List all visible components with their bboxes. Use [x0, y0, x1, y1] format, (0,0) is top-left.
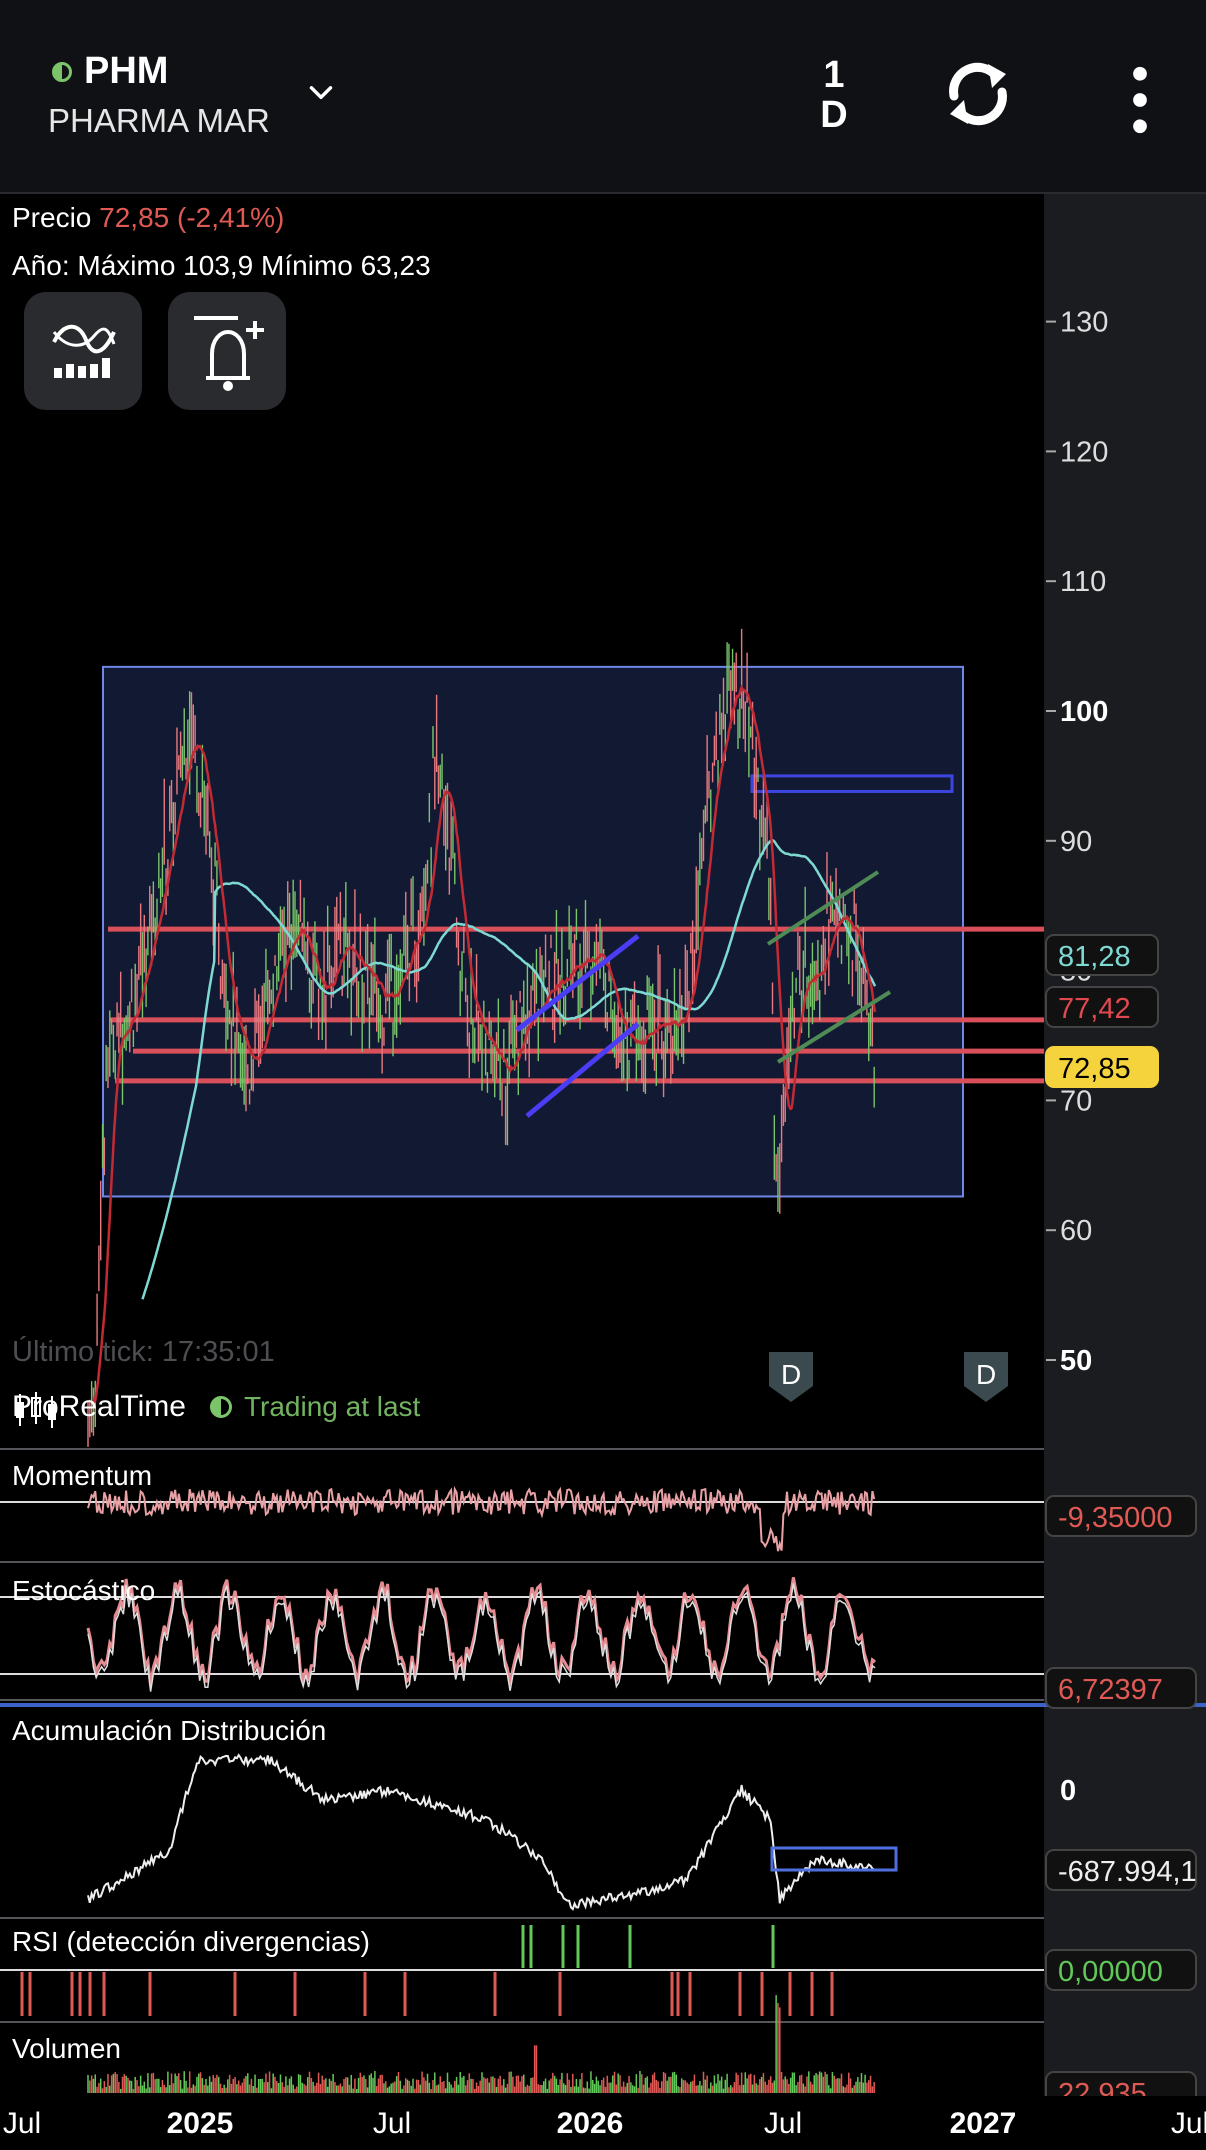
x-tick-label: Jul: [1171, 2107, 1206, 2140]
ma-short-badge: 77,42: [1058, 993, 1131, 1025]
ad-badge: -687.994,1: [1058, 1856, 1197, 1888]
add-alert-button[interactable]: [168, 292, 286, 410]
stochastic-badge: 6,72397: [1058, 1674, 1163, 1706]
volume-label: Volumen: [12, 2033, 121, 2064]
last-tick-time: Último tick: 17:35:01: [12, 1336, 275, 1368]
candles-logo-icon: [16, 1392, 56, 1428]
price-value: 72,85: [99, 202, 170, 233]
x-tick-label: 2027: [950, 2107, 1017, 2140]
indicators-button[interactable]: [24, 292, 142, 410]
event-marker-label: D: [976, 1359, 996, 1390]
x-tick-label: Jul: [3, 2107, 41, 2140]
price-line: Precio 72,85 (-2,41%): [12, 202, 284, 234]
y-tick-label: 50: [1060, 1345, 1092, 1377]
ad-label: Acumulación Distribución: [12, 1715, 327, 1746]
x-tick-label: Jul: [764, 2107, 802, 2140]
stochastic-label: Estocástico: [12, 1575, 156, 1606]
momentum-line: [87, 1485, 876, 1552]
y-tick-label: 90: [1060, 826, 1092, 858]
y-tick-label: 60: [1060, 1215, 1092, 1247]
add-alert-icon: [194, 316, 264, 391]
ma-long-badge: 81,28: [1058, 941, 1131, 973]
ad-line: [87, 1753, 875, 1911]
x-axis-ticks: Jul 2025 Jul 2026 Jul 2027 Jul: [0, 2096, 1206, 2150]
y-axis-ticks: 5060708090100110120130: [1046, 307, 1108, 1377]
price-badge: 72,85: [1058, 1053, 1131, 1085]
momentum-label: Momentum: [12, 1460, 153, 1491]
indicators-icon: [52, 324, 116, 378]
trading-status-icon: [209, 1396, 232, 1418]
rsi-badge: 0,00000: [1058, 1956, 1163, 1988]
trading-status: Trading at last: [243, 1391, 421, 1422]
momentum-badge: -9,35000: [1058, 1502, 1173, 1534]
year-range: Año: Máximo 103,9 Mínimo 63,23: [12, 250, 431, 281]
y-tick-label: 130: [1060, 307, 1108, 339]
y-tick-label: 120: [1060, 436, 1108, 468]
stochastic-k-line: [86, 1577, 877, 1686]
brand-row: ProRealTime Trading at last: [12, 1390, 421, 1428]
ad-highlight-box[interactable]: [770, 1846, 898, 1872]
event-marker-label: D: [781, 1359, 801, 1390]
ad-zero-label: 0: [1060, 1775, 1076, 1807]
y-tick-label: 110: [1060, 566, 1106, 598]
price-change: (-2,41%): [177, 202, 285, 233]
x-tick-label: Jul: [373, 2107, 411, 2140]
range-box[interactable]: [102, 665, 964, 1198]
y-tick-label: 70: [1060, 1085, 1092, 1117]
price-label: Precio: [12, 202, 92, 233]
x-tick-label: 2025: [167, 2107, 234, 2140]
y-tick-label: 100: [1060, 696, 1108, 728]
rsi-label: RSI (detección divergencias): [12, 1926, 370, 1957]
x-tick-label: 2026: [557, 2107, 624, 2140]
